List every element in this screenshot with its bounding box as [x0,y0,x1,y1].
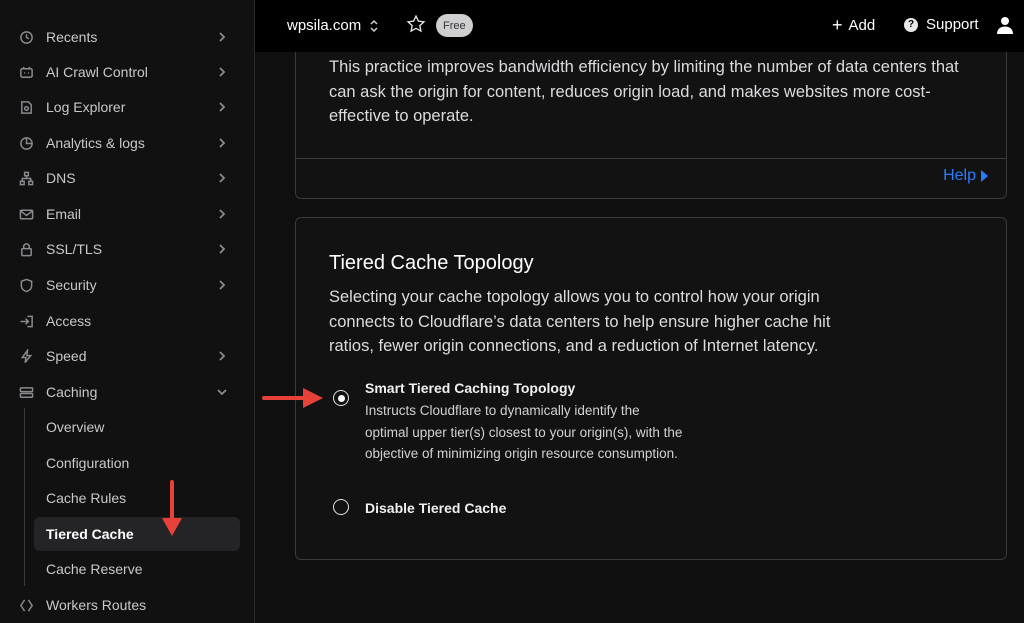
help-circle-icon: ? [904,17,918,32]
help-link[interactable]: Help [943,167,988,185]
email-icon [18,206,34,222]
sidebar-item-security[interactable]: Security [12,269,240,301]
sidebar-item-speed[interactable]: Speed [12,340,240,372]
sidebar-item-label: DNS [46,170,76,186]
sidebar-item-access[interactable]: Access [12,305,240,337]
support-button-label: Support [926,16,979,33]
option-title: Smart Tiered Caching Topology [365,380,576,396]
chevron-right-icon [214,241,230,257]
top-bar: wpsila.com Free + Add ? Support [255,0,1024,52]
main-content: This practice improves bandwidth efficie… [255,52,1024,623]
lock-icon [18,241,34,257]
sidebar: Recents AI Crawl Control Log Explorer An… [0,0,255,623]
tiered-cache-topology-card: Tiered Cache Topology Selecting your cac… [295,217,1007,560]
triangle-right-icon [981,170,988,182]
card-description: This practice improves bandwidth efficie… [329,58,959,125]
support-button[interactable]: ? Support [904,16,979,33]
plan-badge: Free [436,14,473,37]
dns-icon [18,170,34,186]
sidebar-item-label: Access [46,313,92,329]
card-divider [296,158,1006,159]
submenu-guide-line [24,408,25,586]
sidebar-item-label: Speed [46,348,87,364]
star-icon[interactable] [406,14,428,36]
user-icon[interactable] [997,16,1015,34]
bolt-icon [18,348,34,364]
sidebar-subitem-cache-reserve[interactable]: Cache Reserve [34,552,240,586]
workers-icon [18,597,34,613]
chevron-up-down-icon [369,19,379,33]
radio-smart-tiered-caching[interactable] [333,390,349,406]
sidebar-item-label: Analytics & logs [46,135,145,151]
sidebar-item-label: Caching [46,384,98,400]
chevron-right-icon [214,64,230,80]
sidebar-item-label: AI Crawl Control [46,64,148,80]
domain-name: wpsila.com [287,17,362,34]
sidebar-item-label: Security [46,277,97,293]
help-link-label: Help [943,167,976,184]
chevron-right-icon [214,348,230,364]
chevron-right-icon [214,29,230,45]
sidebar-item-workers-routes[interactable]: Workers Routes [12,589,240,621]
shield-icon [18,277,34,293]
chevron-down-icon [214,384,230,400]
card-description: Selecting your cache topology allows you… [329,288,831,355]
add-button-label: Add [848,16,876,34]
chevron-right-icon [214,135,230,151]
annotation-arrow-right [262,388,323,408]
sidebar-subitem-overview[interactable]: Overview [34,410,240,444]
chevron-right-icon [214,277,230,293]
caching-icon [18,384,34,400]
chevron-right-icon [214,99,230,115]
sidebar-item-ai-crawl-control[interactable]: AI Crawl Control [12,56,240,88]
annotation-arrow-down [162,480,182,536]
sidebar-item-label: Log Explorer [46,99,126,115]
sidebar-item-label: Email [46,206,82,222]
sidebar-item-label: SSL/TLS [46,241,103,257]
radio-disable-tiered-cache[interactable] [333,499,349,515]
sidebar-subitem-tiered-cache[interactable]: Tiered Cache [34,517,240,551]
add-button[interactable]: + Add [832,16,875,34]
domain-switcher[interactable]: wpsila.com [287,17,379,34]
sidebar-item-label: Recents [46,29,98,45]
sidebar-item-ssl-tls[interactable]: SSL/TLS [12,233,240,265]
sidebar-subitem-configuration[interactable]: Configuration [34,446,240,480]
sidebar-item-log-explorer[interactable]: Log Explorer [12,91,240,123]
ai-crawl-icon [18,64,34,80]
chevron-right-icon [214,206,230,222]
access-icon [18,313,34,329]
sidebar-item-recents[interactable]: Recents [12,21,240,53]
radio-selected-dot [337,394,345,402]
tiered-cache-info-card: This practice improves bandwidth efficie… [295,52,1007,199]
sidebar-item-caching[interactable]: Caching [12,376,240,408]
analytics-icon [18,135,34,151]
sidebar-item-label: Workers Routes [46,597,147,613]
sidebar-item-email[interactable]: Email [12,198,240,230]
log-explorer-icon [18,99,34,115]
option-title: Disable Tiered Cache [365,500,507,516]
sidebar-subitem-cache-rules[interactable]: Cache Rules [34,481,240,515]
card-title: Tiered Cache Topology [329,252,534,274]
chevron-right-icon [214,170,230,186]
sidebar-item-analytics-logs[interactable]: Analytics & logs [12,127,240,159]
recents-icon [18,29,34,45]
sidebar-item-dns[interactable]: DNS [12,162,240,194]
plus-icon: + [832,15,843,35]
option-description: Instructs Cloudflare to dynamically iden… [365,403,683,461]
